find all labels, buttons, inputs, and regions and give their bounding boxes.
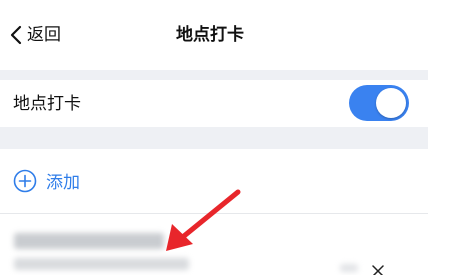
red-annotation-arrow-icon	[166, 189, 241, 251]
location-checkin-page: 返回 地点打卡 地点打卡 添加	[0, 0, 455, 275]
